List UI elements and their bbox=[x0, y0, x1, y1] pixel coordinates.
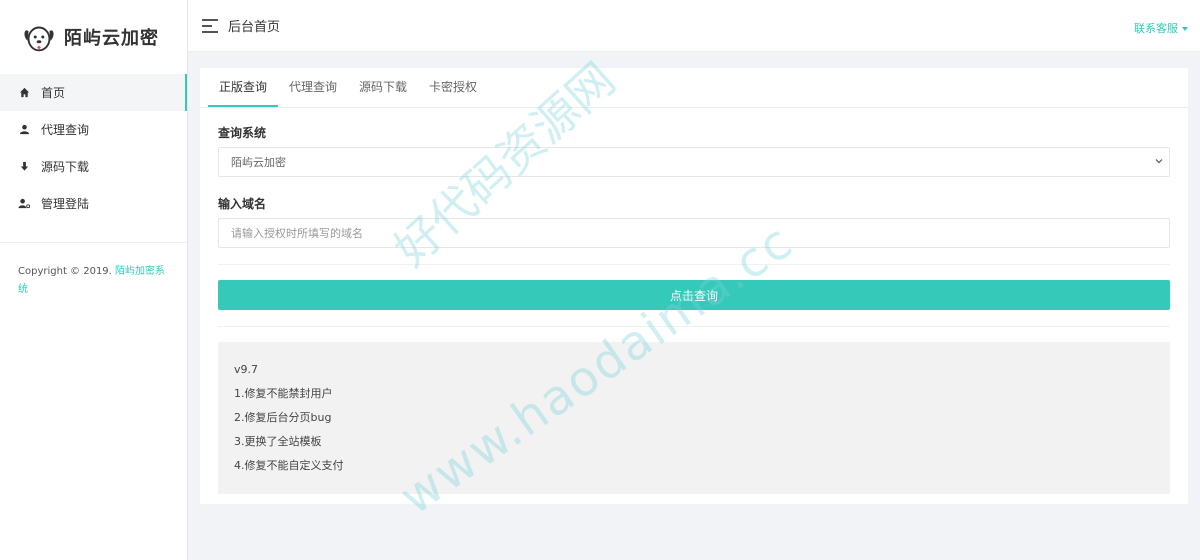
domain-label: 输入域名 bbox=[218, 197, 267, 211]
admin-icon bbox=[18, 198, 30, 210]
logo-text: 陌屿云加密 bbox=[64, 27, 159, 49]
changelog-line: 1.修复不能禁封用户 bbox=[234, 387, 333, 400]
changelog-line: 3.更换了全站模板 bbox=[234, 435, 322, 448]
copyright-text: Copyright © 2019. bbox=[18, 266, 116, 277]
query-card: 正版查询 代理查询 源码下载 卡密授权 查询系统 陌屿云加密 输入域名 请输入授… bbox=[200, 68, 1188, 504]
user-icon bbox=[18, 124, 30, 136]
tab-agent-query[interactable]: 代理查询 bbox=[278, 68, 348, 107]
query-submit-button[interactable]: 点击查询 bbox=[218, 280, 1170, 310]
page-title: 后台首页 bbox=[228, 20, 281, 35]
copyright: Copyright © 2019. 陌屿加密系统 bbox=[0, 243, 187, 319]
menu-toggle-icon[interactable] bbox=[202, 18, 218, 33]
sidebar-nav: 首页 代理查询 源码下载 管理登陆 bbox=[0, 74, 187, 222]
sidebar-item-label: 代理查询 bbox=[41, 123, 90, 137]
changelog-line: 4.修复不能自定义支付 bbox=[234, 459, 344, 472]
tab-bar: 正版查询 代理查询 源码下载 卡密授权 bbox=[200, 68, 1188, 108]
form-divider bbox=[218, 326, 1170, 327]
system-select-value: 陌屿云加密 bbox=[231, 156, 286, 169]
logo[interactable]: 陌屿云加密 bbox=[0, 0, 187, 73]
domain-input-placeholder: 请输入授权时所填写的域名 bbox=[231, 227, 363, 240]
query-form: 查询系统 陌屿云加密 输入域名 请输入授权时所填写的域名 点击查询 v9.7 1… bbox=[200, 108, 1188, 494]
download-icon bbox=[18, 161, 30, 173]
sidebar-item-home[interactable]: 首页 bbox=[0, 74, 187, 111]
sidebar-item-agent-query[interactable]: 代理查询 bbox=[0, 111, 187, 148]
caret-down-icon bbox=[1182, 27, 1188, 31]
sidebar-item-source-download[interactable]: 源码下载 bbox=[0, 148, 187, 185]
sidebar-item-label: 管理登陆 bbox=[41, 197, 90, 211]
sidebar: 陌屿云加密 首页 代理查询 源码下载 管理登陆 Copyright © 2019… bbox=[0, 0, 188, 560]
system-label: 查询系统 bbox=[218, 126, 267, 140]
chevron-down-icon bbox=[1155, 159, 1163, 164]
tab-source-download[interactable]: 源码下载 bbox=[348, 68, 418, 107]
top-header: 后台首页 联系客服 bbox=[188, 0, 1200, 52]
home-icon bbox=[18, 87, 30, 99]
sidebar-item-admin-login[interactable]: 管理登陆 bbox=[0, 185, 187, 222]
contact-support-label: 联系客服 bbox=[1134, 22, 1178, 35]
changelog-panel: v9.7 1.修复不能禁封用户 2.修复后台分页bug 3.更换了全站模板 4.… bbox=[218, 342, 1170, 494]
contact-support-dropdown[interactable]: 联系客服 bbox=[1134, 20, 1188, 36]
changelog-line: 2.修复后台分页bug bbox=[234, 411, 332, 424]
domain-input[interactable]: 请输入授权时所填写的域名 bbox=[218, 218, 1170, 248]
tab-card-authorization[interactable]: 卡密授权 bbox=[418, 68, 488, 107]
sidebar-item-label: 源码下载 bbox=[41, 160, 90, 174]
sidebar-item-label: 首页 bbox=[41, 86, 66, 100]
changelog-line: v9.7 bbox=[234, 363, 259, 376]
system-select[interactable]: 陌屿云加密 bbox=[218, 147, 1170, 177]
dog-logo-icon bbox=[24, 26, 54, 51]
form-divider bbox=[218, 264, 1170, 265]
tab-genuine-query[interactable]: 正版查询 bbox=[208, 68, 279, 107]
